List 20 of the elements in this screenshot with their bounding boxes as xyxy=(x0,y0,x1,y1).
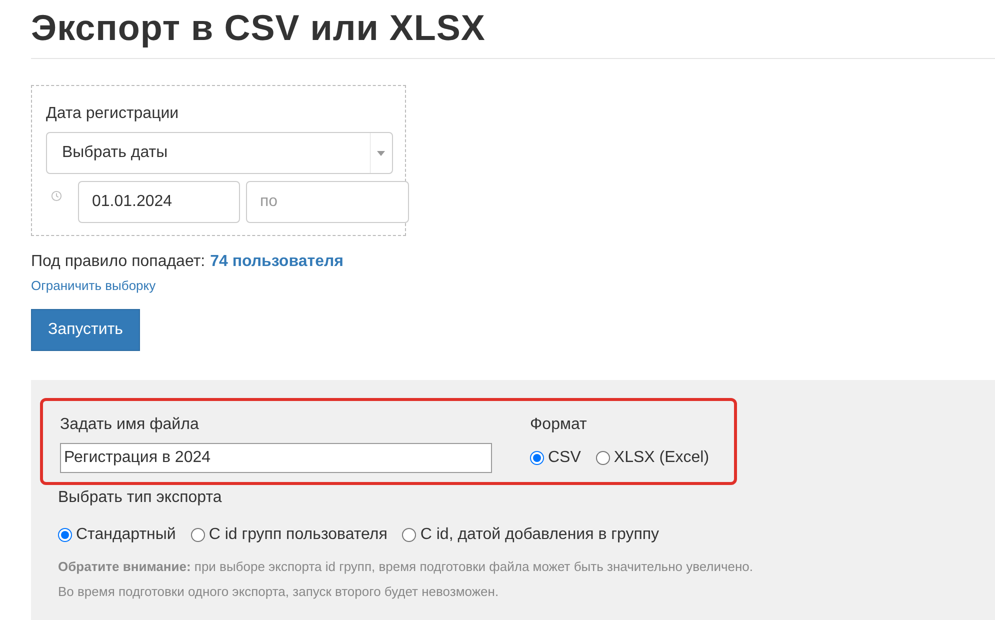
note-text: Обратите внимание: при выборе экспорта id групп, время подготовки файла может быть значительно увеличено. xyxy=(58,558,754,576)
rule-summary-text: Под правило попадает: xyxy=(31,252,206,272)
radio-option[interactable]: С id групп пользователя xyxy=(190,522,388,546)
note-text: Во время подготовки одного экспорта, запуск второго будет невозможен. xyxy=(58,583,500,601)
date-from-field[interactable]: 01.01.2024 xyxy=(78,181,240,223)
radio-option[interactable]: Стандартный xyxy=(58,522,176,546)
field-label: Выбрать тип экспорта xyxy=(58,488,223,508)
run-button[interactable]: Запустить xyxy=(31,308,140,350)
date-to-field[interactable]: по xyxy=(246,181,409,223)
field-label: Задать имя файла xyxy=(60,414,200,434)
field-label: Дата регистрации xyxy=(46,104,180,124)
page-title: Экспорт в CSV или XLSX xyxy=(31,0,995,59)
radio-option[interactable]: CSV xyxy=(530,446,581,470)
user-count: 74 пользователя xyxy=(210,252,344,272)
radio-option[interactable]: С id, датой добавления в группу xyxy=(402,522,660,546)
limit-selection-link[interactable]: Ограничить выборку xyxy=(31,276,156,296)
file-name-field[interactable]: Регистрация в 2024 xyxy=(60,442,492,472)
radio-option[interactable]: XLSX (Excel) xyxy=(596,446,710,470)
date-range-select[interactable]: Выбрать даты xyxy=(46,132,393,174)
field-label: Формат xyxy=(530,414,588,434)
